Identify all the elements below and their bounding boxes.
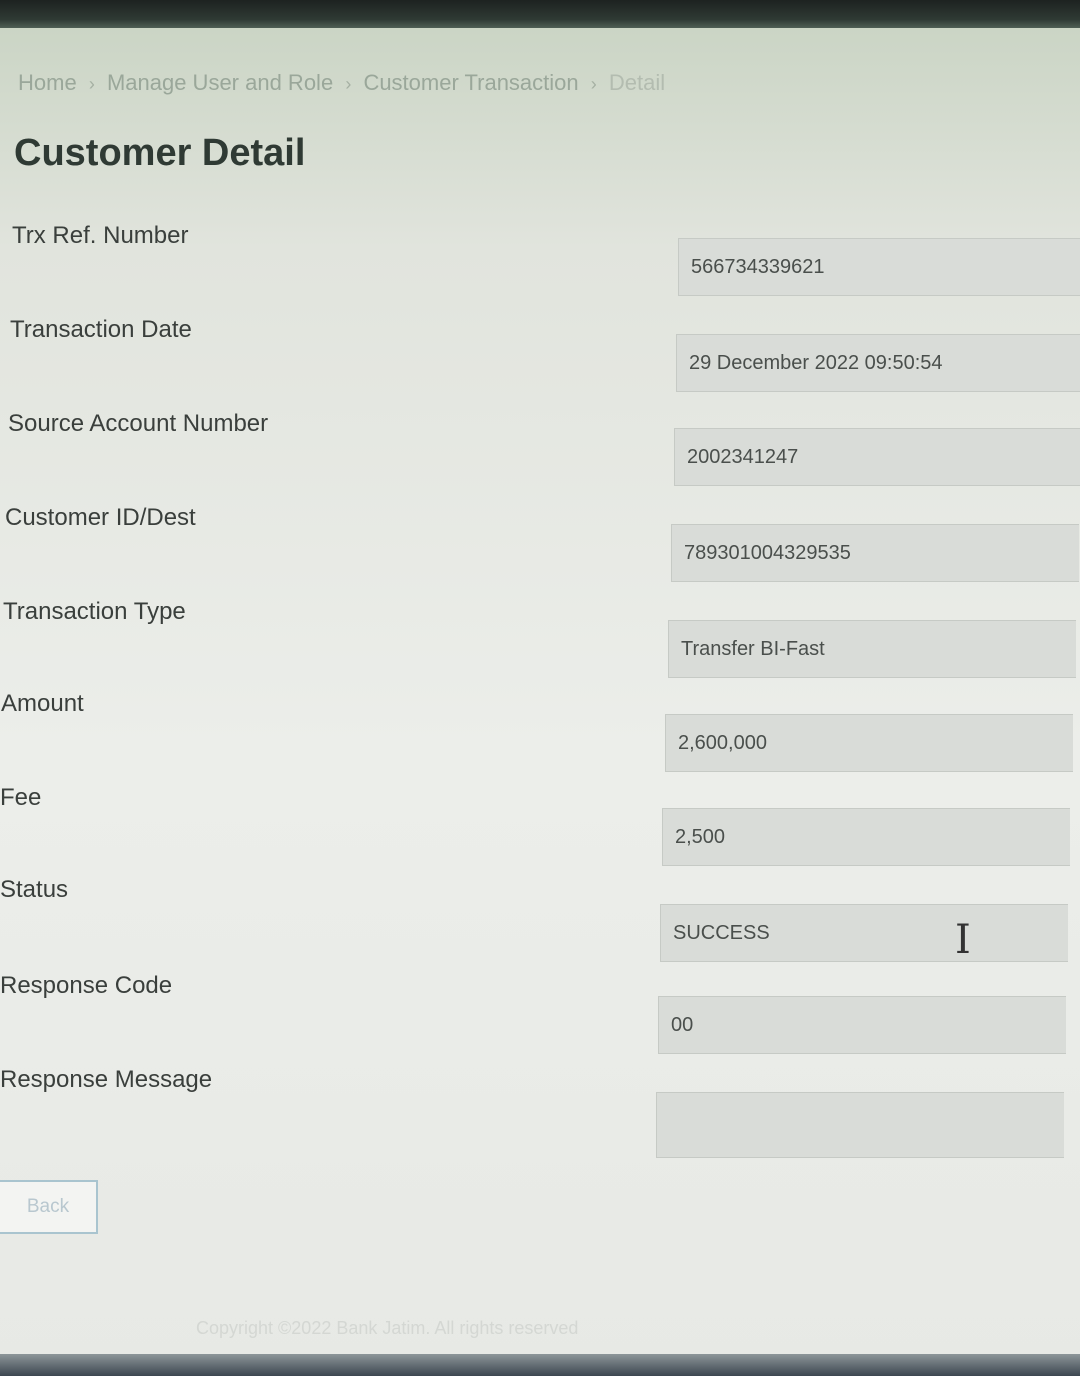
status-label: Status	[0, 876, 69, 903]
back-button[interactable]: Back	[0, 1180, 98, 1234]
source-account-field[interactable]: 2002341247	[674, 428, 1080, 486]
footer-copyright: Copyright ©2022 Bank Jatim. All rights r…	[196, 1318, 579, 1338]
fee-field[interactable]: 2,500	[662, 808, 1070, 866]
transaction-type-field[interactable]: Transfer BI-Fast	[668, 620, 1076, 678]
breadcrumb-separator-icon: ›	[345, 74, 352, 94]
breadcrumb: Home › Manage User and Role › Customer T…	[18, 70, 665, 96]
breadcrumb-separator-icon: ›	[88, 74, 95, 94]
screen: Home › Manage User and Role › Customer T…	[0, 0, 1080, 1376]
trx-ref-field[interactable]: 566734339621	[678, 238, 1080, 296]
page-title: Customer Detail	[14, 132, 306, 174]
response-code-label: Response Code	[0, 972, 173, 999]
response-message-label: Response Message	[0, 1066, 213, 1093]
amount-label: Amount	[1, 690, 84, 717]
transaction-type-label: Transaction Type	[3, 598, 186, 625]
response-message-field[interactable]	[656, 1092, 1064, 1158]
transaction-date-label: Transaction Date	[10, 316, 192, 343]
monitor-bezel-bottom	[0, 1354, 1080, 1376]
transaction-date-field[interactable]: 29 December 2022 09:50:54	[676, 334, 1080, 392]
breadcrumb-home[interactable]: Home	[18, 70, 77, 95]
monitor-bezel-top	[0, 0, 1080, 28]
trx-ref-label: Trx Ref. Number	[12, 222, 189, 249]
breadcrumb-manage-user-role[interactable]: Manage User and Role	[107, 70, 333, 95]
status-field[interactable]: SUCCESS	[660, 904, 1068, 962]
amount-field[interactable]: 2,600,000	[665, 714, 1073, 772]
breadcrumb-separator-icon: ›	[590, 74, 597, 94]
response-code-field[interactable]: 00	[658, 996, 1066, 1054]
text-cursor-icon: I	[955, 917, 971, 963]
fee-label: Fee	[0, 784, 42, 811]
source-account-label: Source Account Number	[8, 410, 269, 437]
customer-id-field[interactable]: 789301004329535	[671, 524, 1079, 582]
breadcrumb-customer-transaction[interactable]: Customer Transaction	[363, 70, 578, 95]
breadcrumb-detail: Detail	[608, 70, 666, 95]
customer-id-label: Customer ID/Dest	[5, 504, 196, 531]
